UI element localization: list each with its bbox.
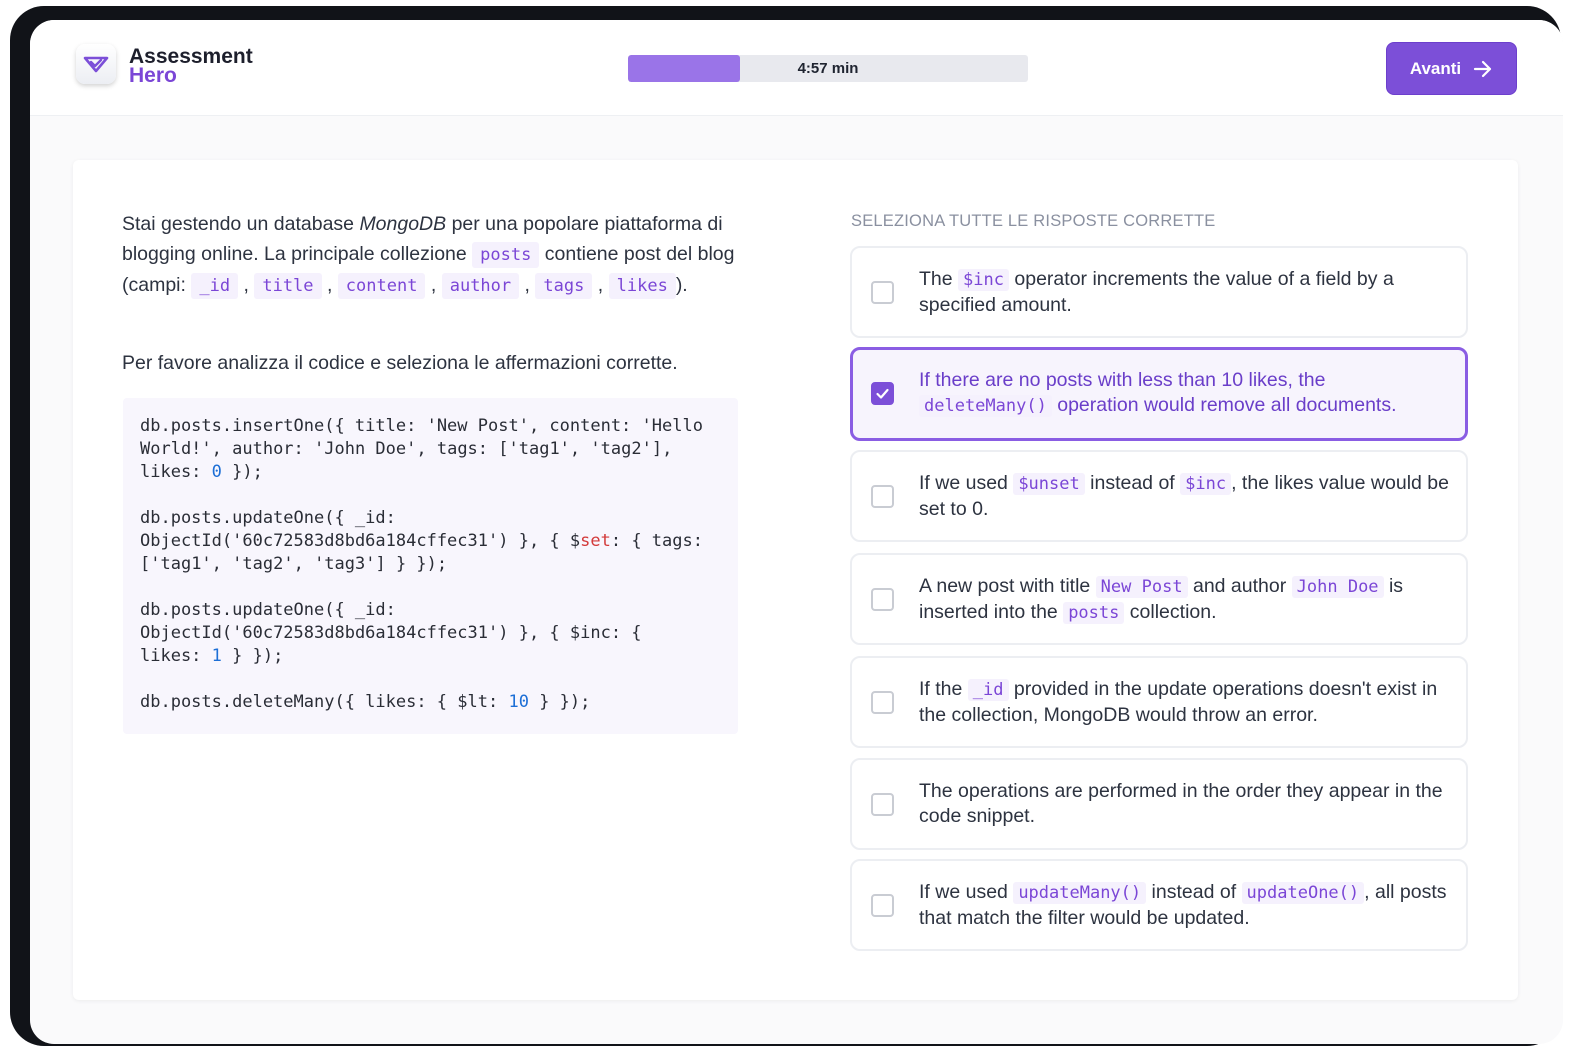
answer-option-4[interactable]: A new post with title New Post and autho… [850,553,1468,645]
next-button-label: Avanti [1409,58,1462,78]
timer-progress-bar: 4:57 min [628,55,1028,82]
question-instruction: Per favore analizza il codice e selezion… [122,352,678,374]
answers-heading: SELEZIONA TUTTE LE RISPOSTE CORRETTE [851,212,1216,230]
code-snippet: db.posts.insertOne({ title: 'New Post', … [123,398,738,734]
code-line: db.posts.updateOne({ _id: [140,508,396,528]
question-emphasis: MongoDB [359,213,447,235]
answer-text: The $inc operator increments the value o… [919,268,1394,316]
answer-option-2[interactable]: If there are no posts with less than 10 … [850,347,1468,441]
answer-text: If there are no posts with less than 10 … [919,369,1397,417]
code-chip: $inc [958,269,1009,291]
code-chip: posts [1063,602,1125,624]
field-chip: content [337,273,426,299]
code-line: ObjectId('60c72583d8bd6a184cffec31') }, … [140,623,642,643]
device-frame: Assessment Hero 4:57 min Avanti Stai ges… [10,6,1563,1046]
question-text-part: ). [675,274,688,296]
code-line: ObjectId('60c72583d8bd6a184cffec31') }, … [140,531,703,551]
checkbox-checked[interactable] [871,382,894,405]
code-chip: updateMany() [1013,882,1147,904]
answer-text: If we used $unset instead of $inc, the l… [919,472,1449,520]
logo-icon [76,44,116,84]
code-line: likes: 0 }); [140,462,263,482]
code-line: db.posts.updateOne({ _id: [140,600,396,620]
arrow-right-icon [1474,60,1492,77]
field-chip: tags [535,273,593,299]
code-chip: posts [472,242,540,268]
checkbox[interactable] [871,894,894,917]
answer-option-5[interactable]: If the _id provided in the update operat… [850,656,1468,748]
code-chip: New Post [1095,576,1188,598]
answer-text: If the _id provided in the update operat… [919,678,1438,726]
checkbox[interactable] [871,485,894,508]
answer-text: The operations are performed in the orde… [919,780,1443,827]
field-chip: author [441,273,520,299]
answer-text: A new post with title New Post and autho… [919,575,1404,624]
code-chip: _id [967,679,1009,701]
code-chip: $unset [1013,473,1085,495]
answer-option-3[interactable]: If we used $unset instead of $inc, the l… [850,450,1468,542]
checkbox[interactable] [871,793,894,816]
answer-option-6[interactable]: The operations are performed in the orde… [850,758,1468,850]
logo-subtitle: Hero [129,64,177,87]
code-chip: updateOne() [1241,882,1365,904]
question-text: Stai gestendo un database MongoDB per un… [122,209,742,301]
answer-text: If we used updateMany() instead of updat… [919,881,1447,929]
checkbox[interactable] [871,691,894,714]
question-card: Stai gestendo un database MongoDB per un… [73,160,1518,1000]
code-line: db.posts.deleteMany({ likes: { $lt: 10 }… [140,692,591,712]
timer-label: 4:57 min [797,60,859,77]
field-chip: title [254,273,322,299]
next-button[interactable]: Avanti [1386,42,1517,95]
app-screen: Assessment Hero 4:57 min Avanti Stai ges… [30,20,1563,1044]
code-line: World!', author: 'John Doe', tags: ['tag… [140,439,673,459]
field-chip: _id [191,273,239,299]
answer-option-1[interactable]: The $inc operator increments the value o… [850,246,1468,338]
checkbox[interactable] [871,281,894,304]
code-line: likes: 1 } }); [140,646,284,666]
code-chip: $inc [1180,473,1232,495]
checkmark-icon [876,388,889,399]
logo-text: Assessment Hero [129,46,253,87]
code-chip: deleteMany() [919,395,1052,417]
answer-option-7[interactable]: If we used updateMany() instead of updat… [850,859,1468,951]
code-chip: John Doe [1291,576,1384,598]
field-chip: likes [608,273,676,299]
question-text-part: Stai gestendo un database [122,213,360,235]
checkbox[interactable] [871,588,894,611]
code-line: db.posts.insertOne({ title: 'New Post', … [140,416,703,436]
header: Assessment Hero 4:57 min Avanti [30,20,1563,116]
code-line: ['tag1', 'tag2', 'tag3'] } }); [140,554,448,574]
